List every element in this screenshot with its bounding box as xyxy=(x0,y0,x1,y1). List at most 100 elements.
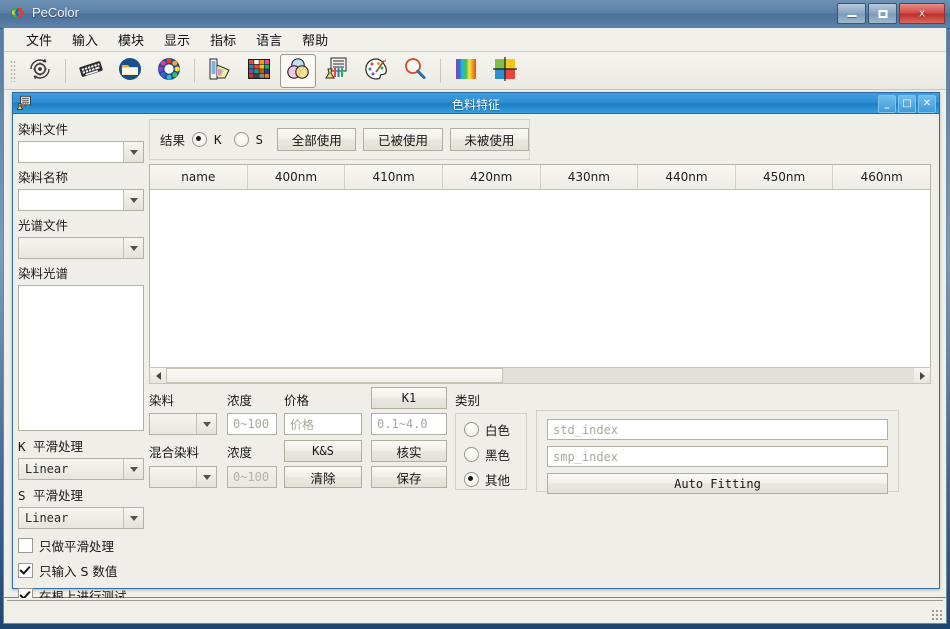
color-wheel-icon xyxy=(156,56,182,85)
spectrum-table[interactable]: name 400nm 410nm 420nm 430nm 440nm 450nm… xyxy=(149,164,931,368)
table-header-460nm[interactable]: 460nm xyxy=(833,165,930,189)
radio-category-other-box[interactable] xyxy=(464,472,479,487)
save-button[interactable]: 保存 xyxy=(371,466,447,488)
toolbar-button-palette[interactable] xyxy=(358,54,394,88)
mdi-minimize-icon: _ xyxy=(884,98,890,109)
table-header-400nm[interactable]: 400nm xyxy=(248,165,346,189)
toolbar-button-magnifier[interactable] xyxy=(397,54,433,88)
scroll-thumb[interactable] xyxy=(166,368,503,383)
k-smooth-label: K 平滑处理 xyxy=(18,439,84,454)
title-bar-left: PeColor xyxy=(8,4,79,21)
table-header-420nm[interactable]: 420nm xyxy=(443,165,541,189)
mdi-maximize-icon: □ xyxy=(902,98,912,109)
dye-combo[interactable] xyxy=(149,413,217,435)
scroll-left-arrow[interactable] xyxy=(150,368,166,383)
toolbar-separator xyxy=(440,58,441,83)
menu-index[interactable]: 指标 xyxy=(200,27,246,52)
checkbox-input-s-only[interactable]: 只输入 S 数值 xyxy=(18,561,144,580)
toolbar-button-lab[interactable] xyxy=(319,54,355,88)
verify-button[interactable]: 核实 xyxy=(371,440,447,462)
mixed-concentration-input[interactable]: 0~100 xyxy=(227,466,277,488)
minimize-button[interactable] xyxy=(837,3,866,24)
checkbox-input-s-only-box[interactable] xyxy=(18,563,33,578)
dye-spectrum-listbox[interactable] xyxy=(18,285,144,431)
use-all-button[interactable]: 全部使用 xyxy=(277,128,357,151)
smp-index-input[interactable]: smp_index xyxy=(547,446,888,467)
mixed-dye-combo[interactable] xyxy=(149,466,217,488)
toolbar-button-settings[interactable] xyxy=(22,54,58,88)
toolbar-button-color-quadrant[interactable] xyxy=(487,54,523,88)
maximize-button[interactable] xyxy=(868,3,897,24)
ks-button[interactable]: K&S xyxy=(284,440,362,462)
radio-category-black-box[interactable] xyxy=(464,447,479,462)
toolbar-grip[interactable] xyxy=(10,59,16,82)
menu-input[interactable]: 输入 xyxy=(62,27,108,52)
k1-range-input[interactable]: 0.1~4.0 xyxy=(371,413,447,435)
table-header-row: name 400nm 410nm 420nm 430nm 440nm 450nm… xyxy=(150,165,930,190)
artist-palette-icon xyxy=(363,56,389,85)
scroll-right-arrow[interactable] xyxy=(914,368,930,383)
dye-name-label: 染料名称 xyxy=(18,170,69,185)
menu-help[interactable]: 帮助 xyxy=(292,27,338,52)
spectrum-file-combo[interactable] xyxy=(18,237,144,259)
toolbar-button-color-grid[interactable] xyxy=(241,54,277,88)
k-smooth-combo[interactable]: Linear xyxy=(18,458,144,480)
table-body[interactable] xyxy=(150,190,930,368)
mdi-close-button[interactable]: ✕ xyxy=(918,95,936,113)
checkbox-smooth-only-box[interactable] xyxy=(18,538,33,553)
menu-display[interactable]: 显示 xyxy=(154,27,200,52)
radio-category-black[interactable]: 黑色 xyxy=(464,445,526,464)
menu-language[interactable]: 语言 xyxy=(246,27,292,52)
result-toolbar: 结果 K S 全部使用 已被使用 未被使用 xyxy=(149,119,530,160)
radio-category-white-box[interactable] xyxy=(464,422,479,437)
table-header-440nm[interactable]: 440nm xyxy=(638,165,736,189)
category-label: 类别 xyxy=(455,393,481,408)
clear-button[interactable]: 清除 xyxy=(284,466,362,488)
table-header-450nm[interactable]: 450nm xyxy=(736,165,834,189)
close-button[interactable]: x xyxy=(899,3,945,24)
auto-fitting-button[interactable]: Auto Fitting xyxy=(547,473,888,494)
checkbox-smooth-only-label: 只做平滑处理 xyxy=(39,539,115,554)
radio-category-other[interactable]: 其他 xyxy=(464,470,526,489)
result-label: 结果 xyxy=(160,133,186,148)
toolbar-button-open-folder[interactable] xyxy=(112,54,148,88)
category-section: 类别 白色 黑色 其他 xyxy=(455,390,527,490)
chevron-down-icon xyxy=(123,190,143,210)
mdi-maximize-button[interactable]: □ xyxy=(898,95,916,113)
app-title: PeColor xyxy=(32,5,79,20)
table-header-name[interactable]: name xyxy=(150,165,248,189)
chevron-down-icon xyxy=(196,467,216,487)
concentration-label: 浓度 xyxy=(227,393,253,408)
table-header-410nm[interactable]: 410nm xyxy=(345,165,443,189)
s-smooth-combo[interactable]: Linear xyxy=(18,507,144,529)
std-index-input[interactable]: std_index xyxy=(547,419,888,440)
unused-button[interactable]: 未被使用 xyxy=(449,128,530,151)
menu-module[interactable]: 模块 xyxy=(108,27,154,52)
folder-open-icon xyxy=(117,56,143,85)
toolbar-button-venn-circles[interactable] xyxy=(280,53,316,88)
concentration-input[interactable]: 0~100 xyxy=(227,413,277,435)
keyboard-icon xyxy=(78,56,104,85)
table-horizontal-scrollbar[interactable] xyxy=(149,367,931,384)
used-button[interactable]: 已被使用 xyxy=(363,128,443,151)
menu-file[interactable]: 文件 xyxy=(16,27,62,52)
s-smooth-label: S 平滑处理 xyxy=(18,488,84,503)
dye-file-combo[interactable] xyxy=(18,141,144,163)
toolbar-button-rainbow[interactable] xyxy=(448,54,484,88)
toolbar-button-color-fan[interactable] xyxy=(202,54,238,88)
radio-result-s[interactable] xyxy=(233,132,249,147)
dye-name-combo[interactable] xyxy=(18,189,144,211)
checkbox-smooth-only[interactable]: 只做平滑处理 xyxy=(18,536,144,555)
table-header-430nm[interactable]: 430nm xyxy=(541,165,639,189)
chevron-down-icon xyxy=(123,508,143,528)
mdi-minimize-button[interactable]: _ xyxy=(878,95,896,113)
price-input[interactable]: 价格 xyxy=(284,413,362,435)
menu-bar: 文件 输入 模块 显示 指标 语言 帮助 xyxy=(4,28,946,52)
toolbar-button-color-wheel[interactable] xyxy=(151,54,187,88)
radio-category-white[interactable]: 白色 xyxy=(464,420,526,439)
resize-grip[interactable] xyxy=(931,609,943,621)
scroll-track[interactable] xyxy=(166,368,914,383)
toolbar-button-keyboard[interactable] xyxy=(73,54,109,88)
radio-result-k[interactable] xyxy=(192,132,208,147)
k1-button[interactable]: K1 xyxy=(371,387,447,409)
